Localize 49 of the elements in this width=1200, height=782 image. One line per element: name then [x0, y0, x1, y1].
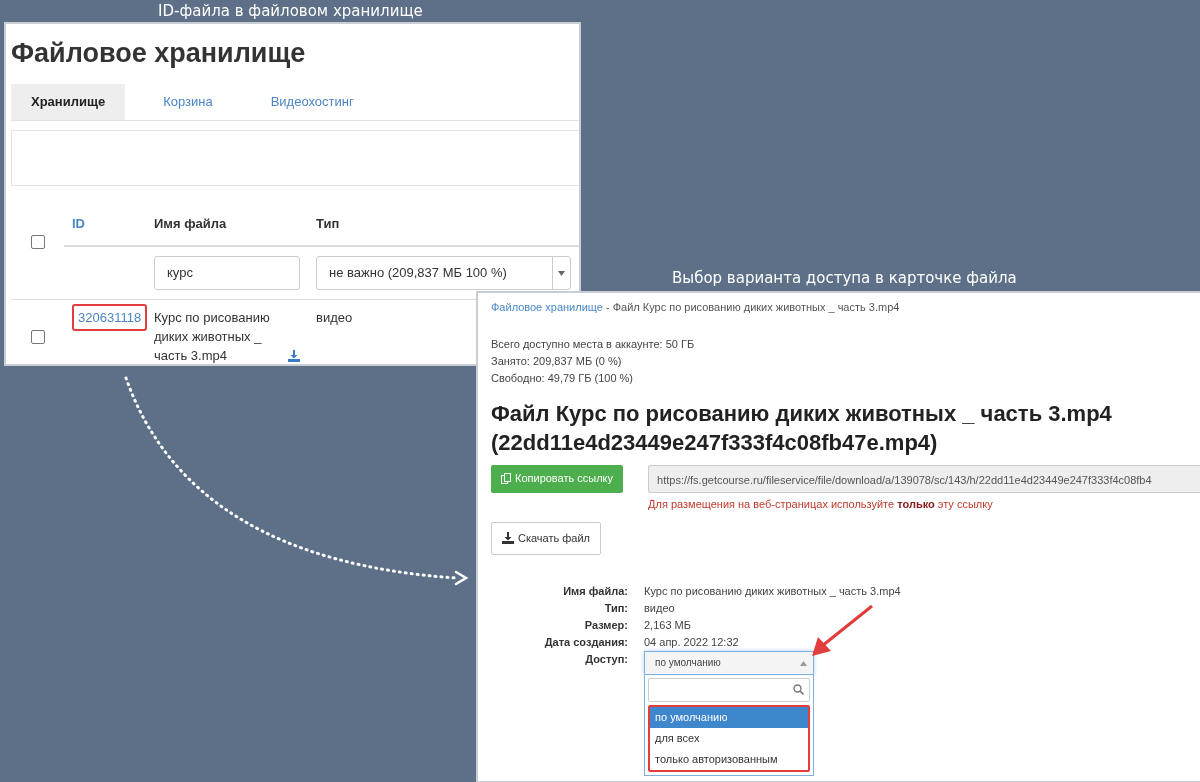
checkbox[interactable]: [30, 235, 45, 250]
column-header: Тип: [316, 215, 340, 231]
field-value: 2,163 МБ: [644, 618, 691, 631]
field-label: Дата создания:: [544, 635, 628, 648]
field-label: Размер:: [584, 618, 628, 631]
field-value: Курс по рисованию диких животных _ часть 3.mp4: [644, 584, 901, 597]
caption: ID-файла в файловом хранилище: [158, 1, 423, 22]
file-id-link[interactable]: 320631118: [72, 304, 148, 331]
breadcrumb-separator: -: [605, 301, 610, 313]
download-icon: [502, 532, 514, 545]
select-value: по умолчанию: [655, 656, 721, 670]
access-select[interactable]: по умолчанию: [644, 650, 814, 675]
tab[interactable]: Видеохостинг: [250, 84, 374, 120]
quota-text: Занято: 209,837 МБ (0 %): [491, 354, 622, 367]
tab[interactable]: Хранилище: [11, 84, 126, 120]
field-value: видео: [644, 601, 675, 614]
quota-text: Всего доступно места в аккаунте: 50 ГБ: [491, 337, 695, 350]
link-field[interactable]: https://fs.getcourse.ru/fileservice/file/download/a/139078/sc/143/h/22dd11e4d23449e247f333f4c08fb4: [648, 464, 1200, 493]
column-header[interactable]: ID: [72, 215, 85, 231]
file-title: Файл Курс по рисованию диких животных _ часть 3.mp4 (22dd11e4d23449e247f333f4c08fb47e.mp4): [491, 399, 1113, 457]
tab[interactable]: Корзина: [143, 84, 233, 120]
select-value: не важно (209,837 МБ 100 %): [329, 264, 507, 283]
quota-text: Свободно: 49,79 ГБ (100 %): [491, 371, 633, 384]
breadcrumb-link[interactable]: Файловое хранилище: [491, 301, 603, 313]
column-header: Имя файла: [154, 215, 227, 231]
field-value: 04 апр. 2022 12:32: [644, 635, 739, 648]
link-hint: Для размещения на веб-страницах используйте только эту ссылку: [648, 496, 994, 512]
dropdown-option[interactable]: только авторизованным: [650, 748, 808, 770]
caret-icon: [800, 660, 807, 666]
search-field[interactable]: курс: [154, 256, 300, 290]
search-icon: [793, 684, 804, 695]
breadcrumb-current: Файл Курс по рисованию диких животных _ часть 3.mp4: [612, 301, 900, 313]
page-title: Файловое хранилище: [11, 37, 307, 70]
table-cell-text: Курс по рисованию диких животных _ часть 3.mp4: [154, 309, 271, 364]
type-select[interactable]: не важно (209,837 МБ 100 %): [316, 256, 571, 290]
dropdown-option[interactable]: для всех: [650, 727, 808, 749]
field-label: Доступ:: [585, 652, 628, 665]
search-field[interactable]: [648, 677, 810, 702]
dropdown-option[interactable]: по умолчанию: [650, 706, 808, 728]
checkbox[interactable]: [30, 329, 45, 344]
annotation-arrow: [812, 604, 873, 656]
download-button[interactable]: Скачать файл: [491, 522, 602, 555]
copy-icon: [501, 473, 512, 484]
download-icon[interactable]: [288, 349, 300, 362]
caret-icon: [558, 270, 565, 276]
caption: Выбор варианта доступа в карточке файла: [672, 268, 1017, 289]
field-label: Имя файла:: [563, 584, 628, 597]
field-label: Тип:: [604, 601, 628, 614]
table-cell: видео: [316, 310, 353, 325]
